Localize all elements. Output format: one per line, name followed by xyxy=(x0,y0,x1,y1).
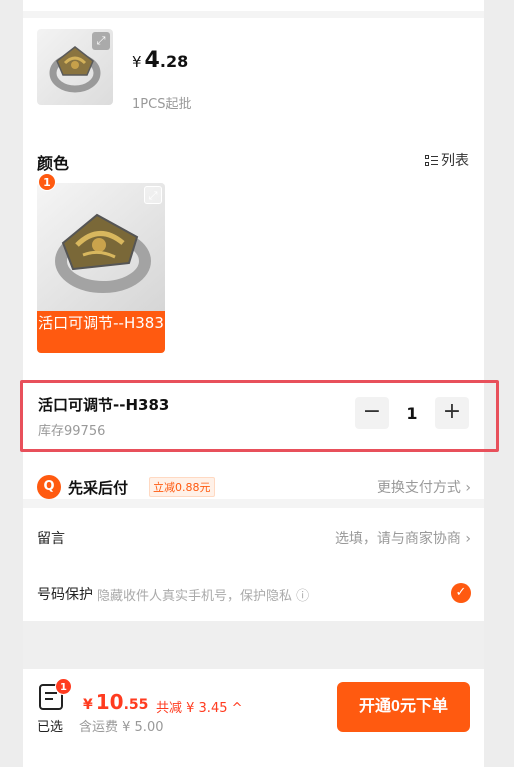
phone-protect-checkbox[interactable]: ✓ xyxy=(451,583,471,603)
bottom-bar: 1 已选 ¥10.55 共减 ¥ 3.45 ^ 含运费 ¥ 5.00 开通0元下… xyxy=(23,669,484,767)
expand-icon[interactable]: ⤢ xyxy=(144,186,162,204)
selected-count-badge: 1 xyxy=(55,678,72,695)
currency-symbol: ¥ xyxy=(132,53,142,71)
sku-stock: 库存99756 xyxy=(38,424,106,439)
list-view-toggle[interactable]: 列表 xyxy=(425,150,469,170)
decrease-button[interactable]: − xyxy=(355,397,389,429)
color-variant-option[interactable]: ⤢ 活口可调节--H383 xyxy=(37,183,165,353)
change-payment-link[interactable]: 更换支付方式 › xyxy=(377,477,471,497)
product-price: ¥4.28 xyxy=(132,48,188,73)
total-decimal: .55 xyxy=(123,697,149,713)
currency-symbol: ¥ xyxy=(83,697,93,713)
list-icon xyxy=(425,154,438,167)
price-decimal: .28 xyxy=(159,52,189,71)
variant-count-badge: 1 xyxy=(38,173,56,191)
product-thumbnail[interactable]: ⤢ xyxy=(37,29,113,105)
message-hint[interactable]: 选填，请与商家协商 › xyxy=(335,528,471,548)
total-price: ¥10.55 xyxy=(83,690,148,714)
total-integer: 10 xyxy=(95,690,124,714)
expand-icon[interactable]: ⤢ xyxy=(92,32,110,50)
phone-protect-label: 号码保护 xyxy=(37,587,93,603)
payment-title: 先采后付 xyxy=(68,479,129,497)
product-card: ⤢ ¥4.28 1PCS起批 颜色 列表 ⤢ 活口可调节--H383 1 活口可… xyxy=(20,18,499,501)
quantity-value[interactable]: 1 xyxy=(389,404,435,423)
variant-image: ⤢ xyxy=(37,183,165,311)
sku-name: 活口可调节--H383 xyxy=(38,396,170,414)
selected-label[interactable]: 已选 xyxy=(37,716,63,735)
color-section-title: 颜色 xyxy=(37,154,70,173)
min-order-qty: 1PCS起批 xyxy=(132,97,192,112)
pay-later-icon: Q xyxy=(37,475,61,499)
spacer-area xyxy=(23,621,484,669)
variant-label: 活口可调节--H383 xyxy=(37,311,165,353)
top-card xyxy=(23,0,484,11)
sku-row-highlighted: 活口可调节--H383 库存99756 − 1 + xyxy=(20,380,499,452)
price-integer: 4 xyxy=(144,48,160,73)
discount-detail-toggle[interactable]: 共减 ¥ 3.45 ^ xyxy=(156,697,243,716)
phone-protect-desc: 隐藏收件人真实手机号，保护隐私 ⓘ xyxy=(97,589,310,604)
payment-method-row[interactable]: Q 先采后付 立减0.88元 更换支付方式 › xyxy=(37,473,471,501)
increase-button[interactable]: + xyxy=(435,397,469,429)
order-sheet: ⤢ ¥4.28 1PCS起批 颜色 列表 ⤢ 活口可调节--H383 1 活口可… xyxy=(20,0,499,767)
submit-order-button[interactable]: 开通0元下单 xyxy=(337,682,470,732)
shipping-fee: 含运费 ¥ 5.00 xyxy=(79,720,164,735)
payment-discount-tag: 立减0.88元 xyxy=(149,477,215,497)
quantity-stepper: − 1 + xyxy=(355,397,469,429)
message-label: 留言 xyxy=(37,531,65,547)
message-card: 留言 选填，请与商家协商 › 号码保护 隐藏收件人真实手机号，保护隐私 ⓘ ✓ xyxy=(23,508,484,621)
list-toggle-label: 列表 xyxy=(441,153,469,169)
